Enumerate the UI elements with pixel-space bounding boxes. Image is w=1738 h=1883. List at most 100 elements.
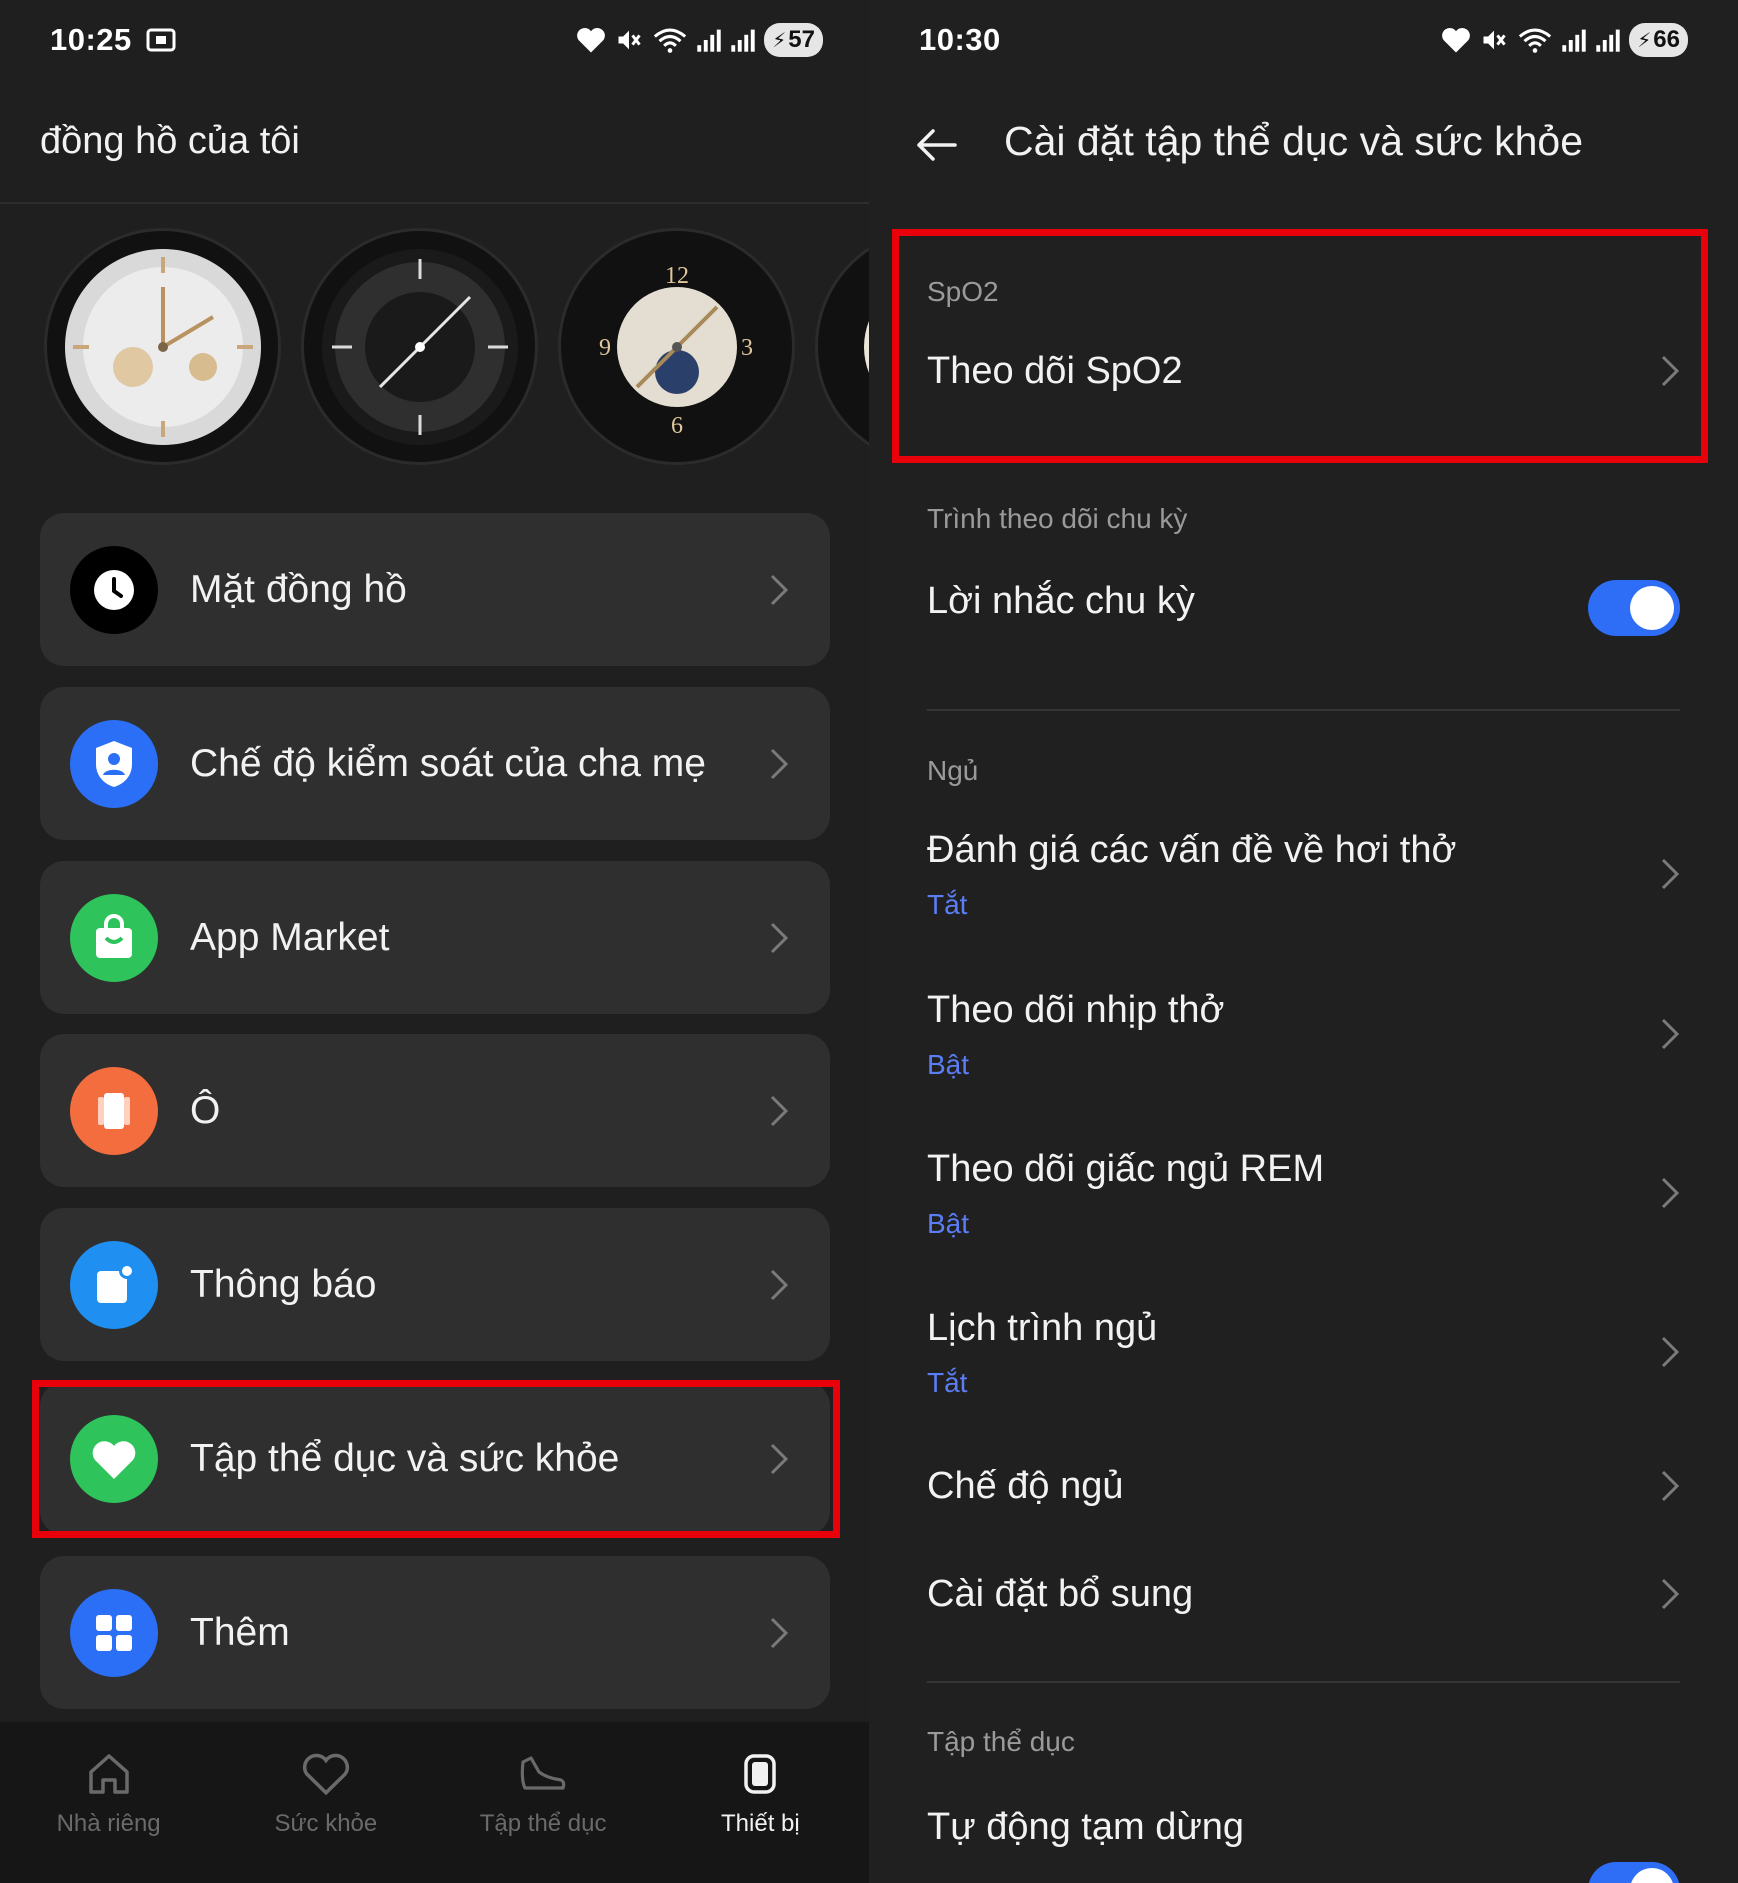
highlight-box-spo2 (892, 229, 1708, 463)
nav-label: Thiết bị (721, 1810, 800, 1837)
toggle-knob (1630, 1868, 1674, 1883)
status-bar: 10:25 (50, 20, 176, 60)
chevron-right-icon (1661, 1177, 1680, 1209)
left-screen: 10:25 ⚡ 57 đồng hồ của tôi 12 3 9 6 Mặt … (0, 0, 869, 1883)
chevron-right-icon (1661, 1578, 1680, 1610)
watch-icon (744, 1754, 777, 1794)
header-divider (0, 202, 869, 204)
page-title: đồng hồ của tôi (40, 120, 300, 162)
watch-face-2[interactable] (301, 228, 538, 465)
menu-label: Thông báo (190, 1262, 377, 1306)
row-status: Bật (927, 1049, 970, 1080)
heart-outline-icon (302, 1753, 349, 1796)
menu-label: Thêm (190, 1610, 290, 1654)
wifi-icon (1517, 26, 1553, 54)
page-title: Cài đặt tập thể dục và sức khỏe (1004, 118, 1584, 164)
bottom-navigation: Nhà riêng Sức khỏe Tập thể dục Thiết bị (0, 1722, 869, 1883)
grid-icon (70, 1588, 158, 1677)
row-status: Bật (927, 1208, 970, 1239)
signal-icon-2 (1595, 27, 1621, 53)
menu-item-more[interactable]: Thêm (40, 1556, 830, 1709)
battery-level: 57 (788, 26, 815, 53)
nav-device[interactable]: Thiết bị (652, 1722, 869, 1883)
tile-icon (70, 1066, 158, 1155)
row-title-cycle-reminder: Lời nhắc chu kỳ (927, 580, 1195, 622)
mute-icon (614, 26, 644, 54)
row-title: Theo dõi giấc ngủ REM (927, 1148, 1325, 1190)
watch-face-3[interactable]: 12 3 9 6 (558, 228, 795, 465)
svg-text:12: 12 (665, 263, 689, 289)
shopping-bag-icon (70, 893, 158, 982)
chevron-right-icon (770, 1617, 789, 1648)
chevron-right-icon (1661, 1336, 1680, 1368)
wifi-icon (652, 26, 688, 54)
row-status: Tắt (927, 1367, 968, 1398)
svg-text:9: 9 (599, 335, 611, 361)
nav-health[interactable]: Sức khỏe (217, 1722, 434, 1883)
svg-text:6: 6 (671, 413, 683, 439)
section-label-exercise: Tập thể dục (927, 1726, 1075, 1757)
chevron-right-icon (1661, 858, 1680, 890)
back-arrow-icon[interactable] (913, 122, 959, 168)
heart-status-icon (1441, 26, 1471, 54)
heart-status-icon (576, 26, 606, 54)
nav-label: Nhà riêng (56, 1810, 161, 1837)
chevron-right-icon (770, 922, 789, 953)
row-breathing-rate[interactable]: Theo dõi nhịp thở Bật (869, 975, 1738, 1095)
menu-label: Chế độ kiểm soát của cha mẹ (190, 741, 706, 785)
home-icon (88, 1754, 129, 1794)
section-divider (927, 1681, 1680, 1683)
svg-text:3: 3 (741, 335, 753, 361)
cycle-reminder-toggle[interactable] (1588, 580, 1680, 636)
chevron-right-icon (1661, 1470, 1680, 1502)
section-label-sleep: Ngủ (927, 755, 979, 786)
nav-label: Sức khỏe (274, 1810, 378, 1837)
menu-item-notifications[interactable]: Thông báo (40, 1208, 830, 1361)
row-sleep-mode[interactable]: Chế độ ngủ (869, 1447, 1738, 1527)
menu-item-parental-control[interactable]: Chế độ kiểm soát của cha mẹ (40, 687, 830, 840)
status-time: 10:30 (919, 22, 1001, 57)
menu-label: Mặt đồng hồ (190, 567, 407, 611)
menu-item-watch-face[interactable]: Mặt đồng hồ (40, 513, 830, 666)
row-rem-sleep[interactable]: Theo dõi giấc ngủ REM Bật (869, 1134, 1738, 1254)
status-icons: ⚡ 66 (1441, 20, 1688, 60)
chevron-right-icon (770, 1095, 789, 1126)
auto-pause-toggle[interactable] (1588, 1862, 1680, 1883)
chevron-right-icon (770, 748, 789, 779)
clock-icon (70, 545, 158, 634)
row-additional-settings[interactable]: Cài đặt bổ sung (869, 1555, 1738, 1635)
right-screen: 10:30 ⚡ 66 Cài đặt tập thể dục và sức khỏ… (869, 0, 1738, 1883)
status-time: 10:25 (50, 22, 132, 57)
chevron-right-icon (770, 574, 789, 605)
toggle-knob (1630, 586, 1674, 630)
row-title: Theo dõi nhịp thở (927, 989, 1225, 1031)
menu-item-tiles[interactable]: Ô (40, 1034, 830, 1187)
chevron-right-icon (1661, 1018, 1680, 1050)
shoe-icon (520, 1756, 566, 1790)
watch-face-4[interactable] (815, 228, 869, 465)
nav-exercise[interactable]: Tập thể dục (435, 1722, 652, 1883)
battery-level: 66 (1653, 26, 1680, 53)
watch-face-carousel[interactable]: 12 3 9 6 (44, 228, 869, 465)
watch-face-1[interactable] (44, 228, 281, 465)
row-title: Cài đặt bổ sung (927, 1573, 1194, 1615)
row-title: Đánh giá các vấn đề về hơi thở (927, 829, 1457, 871)
section-divider (927, 709, 1680, 711)
signal-icon-2 (730, 27, 756, 53)
row-title: Chế độ ngủ (927, 1465, 1124, 1507)
menu-label: Ô (190, 1088, 221, 1132)
highlight-box-fitness (32, 1380, 840, 1538)
row-status: Tắt (927, 889, 968, 920)
nav-label: Tập thể dục (479, 1810, 607, 1837)
row-sleep-schedule[interactable]: Lịch trình ngủ Tắt (869, 1293, 1738, 1413)
notification-icon (70, 1240, 158, 1329)
nav-home[interactable]: Nhà riêng (0, 1722, 217, 1883)
screenshot-icon (146, 26, 176, 54)
shield-person-icon (70, 719, 158, 808)
row-title-auto-pause: Tự động tạm dừng (927, 1806, 1245, 1848)
row-breathing-assessment[interactable]: Đánh giá các vấn đề về hơi thở Tắt (869, 815, 1738, 935)
battery-indicator: ⚡ 66 (1629, 23, 1688, 57)
signal-icon-1 (1561, 27, 1587, 53)
menu-item-app-market[interactable]: App Market (40, 861, 830, 1014)
status-bar: 10:30 (919, 20, 1001, 60)
